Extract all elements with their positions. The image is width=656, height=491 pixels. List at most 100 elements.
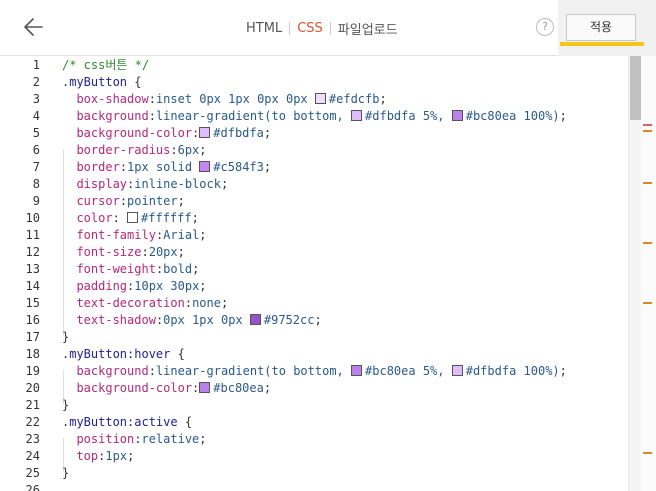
- line-number: 5: [32, 126, 40, 140]
- code-token: ;: [199, 279, 207, 293]
- tab-divider: [289, 21, 291, 35]
- code-token: }: [62, 466, 70, 480]
- line-number: 1: [32, 58, 40, 72]
- code-line[interactable]: 20 background-color: #bc80ea;: [0, 380, 628, 397]
- code-token: linear-gradient(to bottom,: [155, 109, 352, 123]
- help-icon[interactable]: ?: [536, 18, 554, 36]
- code-line[interactable]: 25}: [0, 465, 628, 482]
- code-token: }: [62, 398, 70, 412]
- code-token: none: [192, 296, 221, 310]
- line-number: 23: [25, 432, 40, 446]
- code-token: bold: [163, 262, 193, 276]
- code-line[interactable]: 14 padding:10px 30px;: [0, 278, 628, 295]
- code-editor[interactable]: 1 /* css버튼 */ 2 .myButton {3 box-shadow:ins…: [0, 56, 628, 491]
- code-token: box-shadow: [76, 92, 149, 106]
- tab-css[interactable]: CSS: [297, 21, 323, 36]
- code-line[interactable]: 4 background:linear-gradient(to bottom, …: [0, 108, 628, 125]
- code-token: background-color: [76, 381, 193, 395]
- code-token: inline-block: [134, 177, 221, 191]
- code-token: #dfbdfa: [213, 126, 264, 140]
- code-token: /* css버튼 */: [62, 58, 150, 72]
- code-token: display: [76, 177, 128, 191]
- code-line[interactable]: 23 position:relative;: [0, 431, 628, 448]
- line-number: 13: [25, 262, 40, 276]
- code-line[interactable]: 11 font-family:Arial;: [0, 227, 628, 244]
- code-token: text-shadow: [76, 313, 156, 327]
- tab-file-upload[interactable]: 파일업로드: [338, 19, 398, 38]
- code-token: #9752cc: [263, 313, 315, 327]
- code-text: font-family:Arial;: [62, 227, 206, 244]
- code-token: ;: [199, 432, 207, 446]
- color-swatch[interactable]: [351, 110, 363, 121]
- code-line[interactable]: 9 cursor:pointer;: [0, 193, 628, 210]
- line-number: 18: [25, 347, 40, 361]
- code-token: 6px: [177, 143, 200, 157]
- scrollbar-thumb[interactable]: [630, 56, 641, 120]
- code-line[interactable]: 2 .myButton {: [0, 74, 628, 91]
- code-token: relative: [141, 432, 200, 446]
- code-token: :: [192, 126, 200, 140]
- color-swatch[interactable]: [199, 127, 211, 138]
- code-line[interactable]: 24 top:1px;: [0, 448, 628, 465]
- code-line[interactable]: 10 color: #ffffff;: [0, 210, 628, 227]
- color-swatch[interactable]: [451, 110, 463, 121]
- code-token: linear-gradient(to bottom,: [155, 364, 352, 378]
- color-swatch[interactable]: [451, 365, 463, 376]
- code-token: {: [127, 75, 142, 89]
- apply-button[interactable]: 적용: [566, 14, 636, 41]
- code-token: ;: [199, 143, 207, 157]
- code-token: ;: [127, 449, 135, 463]
- overview-mark: [643, 130, 652, 132]
- code-token: border: [76, 160, 120, 174]
- code-token: #bc80ea 5%,: [365, 364, 452, 378]
- color-swatch[interactable]: [314, 93, 326, 104]
- color-swatch[interactable]: [199, 382, 211, 393]
- code-line[interactable]: 1 /* css버튼 */: [0, 57, 628, 74]
- tab-html[interactable]: HTML: [246, 21, 282, 36]
- code-line[interactable]: 19 background:linear-gradient(to bottom,…: [0, 363, 628, 380]
- code-line[interactable]: 22 .myButton:active {: [0, 414, 628, 431]
- code-line[interactable]: 7 border:1px solid #c584f3;: [0, 159, 628, 176]
- code-line[interactable]: 8 display:inline-block;: [0, 176, 628, 193]
- code-text: background:linear-gradient(to bottom, #b…: [62, 363, 566, 380]
- code-line[interactable]: 13 font-weight:bold;: [0, 261, 628, 278]
- color-swatch[interactable]: [351, 365, 363, 376]
- code-line[interactable]: 16 text-shadow:0px 1px 0px #9752cc;: [0, 312, 628, 329]
- code-token: ;: [177, 245, 185, 259]
- code-token: :: [119, 194, 128, 208]
- vertical-scrollbar[interactable]: [628, 56, 641, 491]
- code-text: background-color: #dfbdfa;: [62, 125, 271, 142]
- color-swatch[interactable]: [127, 212, 139, 223]
- code-text: }: [62, 397, 69, 414]
- code-line[interactable]: 12 font-size:20px;: [0, 244, 628, 261]
- overview-mark: [643, 182, 652, 184]
- code-line[interactable]: 21}: [0, 397, 628, 414]
- code-token: :: [119, 160, 128, 174]
- color-swatch[interactable]: [249, 314, 261, 325]
- code-line[interactable]: 17}: [0, 329, 628, 346]
- line-number: 21: [25, 398, 40, 412]
- code-token: ;: [379, 92, 387, 106]
- code-token: #ffffff: [141, 211, 192, 225]
- code-line[interactable]: 5 background-color: #dfbdfa;: [0, 125, 628, 142]
- code-line[interactable]: 18 .myButton:hover {: [0, 346, 628, 363]
- code-token: :: [184, 296, 193, 310]
- overview-ruler: [641, 56, 656, 491]
- code-line[interactable]: 15 text-decoration:none;: [0, 295, 628, 312]
- back-button[interactable]: [22, 15, 46, 39]
- code-line[interactable]: 3 box-shadow:inset 0px 1px 0px 0px #efdc…: [0, 91, 628, 108]
- color-swatch[interactable]: [199, 161, 211, 172]
- code-line[interactable]: 26: [0, 482, 628, 491]
- line-number: 7: [32, 160, 40, 174]
- code-line[interactable]: 6 border-radius:6px;: [0, 142, 628, 159]
- code-token: :: [192, 381, 200, 395]
- code-token: #c584f3: [213, 160, 264, 174]
